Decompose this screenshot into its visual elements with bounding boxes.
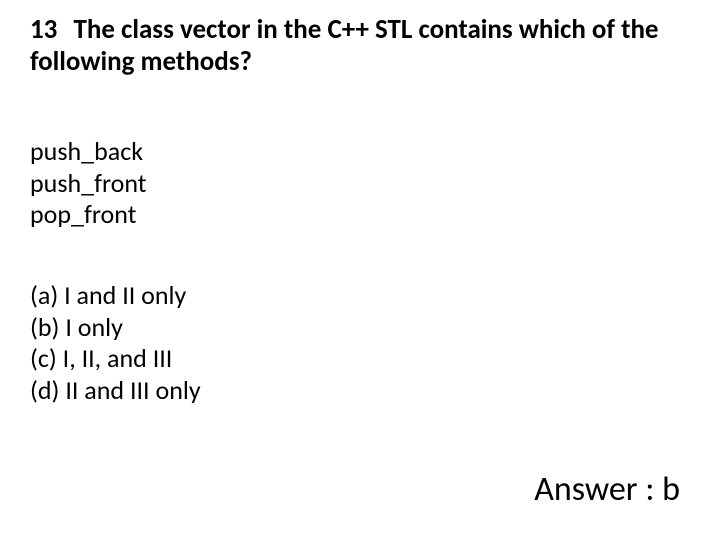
option-text: I only (65, 311, 123, 343)
method-item: push_front (30, 168, 147, 200)
answer-separator: : (638, 469, 662, 510)
answer-block: Answer : b (534, 469, 680, 510)
question-text: The class vector in the C++ STL contains… (30, 13, 659, 78)
option-label: (b) (30, 311, 59, 343)
option-text: I, II, and III (63, 342, 173, 374)
option-d: (d) II and III only (30, 375, 201, 407)
answer-value: b (662, 469, 680, 510)
question-number: 13 (30, 13, 57, 46)
option-text: I and II only (64, 279, 186, 311)
slide: 13 The class vector in the C++ STL conta… (0, 0, 720, 540)
option-label: (a) (30, 279, 58, 311)
method-item: pop_front (30, 199, 147, 231)
option-c: (c) I, II, and III (30, 343, 201, 375)
option-text: II and III only (65, 374, 200, 406)
answer-label: Answer (534, 469, 637, 510)
question-block: 13 The class vector in the C++ STL conta… (30, 14, 690, 79)
method-list: push_back push_front pop_front (30, 136, 147, 231)
option-label: (c) (30, 342, 57, 374)
option-b: (b) I only (30, 312, 201, 344)
option-a: (a) I and II only (30, 280, 201, 312)
method-item: push_back (30, 136, 147, 168)
options-list: (a) I and II only (b) I only (c) I, II, … (30, 280, 201, 407)
option-label: (d) (30, 374, 59, 406)
